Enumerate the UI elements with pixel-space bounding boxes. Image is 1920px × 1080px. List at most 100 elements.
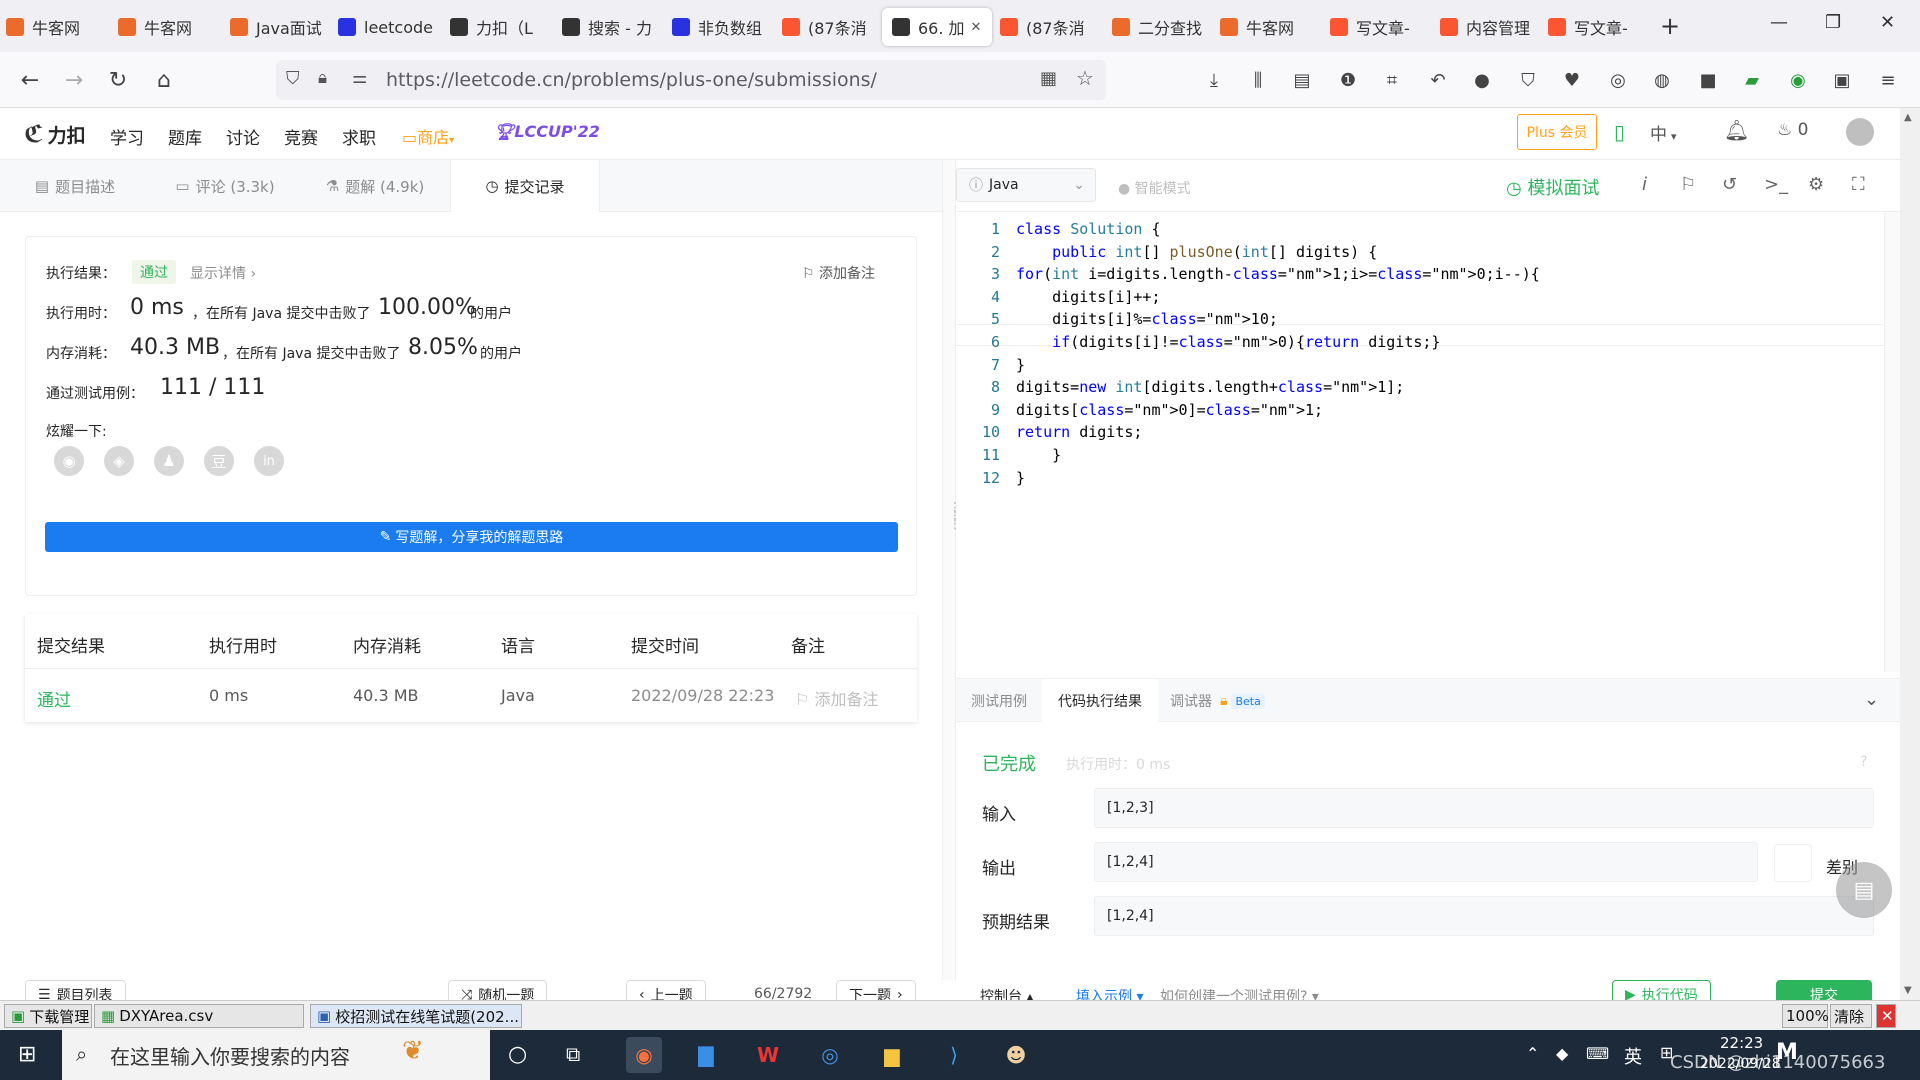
show-detail-link[interactable]: 显示详情 › [190, 263, 256, 283]
back-arrow-icon[interactable]: ← [16, 66, 44, 94]
browser-tab[interactable]: Java面试 [230, 8, 330, 46]
globe-icon[interactable]: ◍ [1650, 68, 1674, 92]
taskbar-search[interactable]: ⌕ 在这里输入你要搜索的内容 ❦ [62, 1030, 490, 1080]
tab-submissions[interactable]: ◷ 提交记录 [450, 160, 600, 212]
browser-tab[interactable]: 力扣（L [450, 8, 550, 46]
tab-comments[interactable]: ▭ 评论 (3.3k) [150, 160, 300, 212]
clear-downloads-button[interactable]: 清除 [1830, 1004, 1872, 1028]
forward-arrow-icon[interactable]: → [60, 66, 88, 94]
browser-tab[interactable]: 写文章- [1330, 8, 1430, 46]
prev-problem-button[interactable]: ‹ 上一题 [626, 980, 706, 1000]
scroll-down-icon[interactable]: ▼ [1904, 985, 1912, 996]
run-code-button[interactable]: ▶ 执行代码 [1612, 980, 1711, 1000]
avatar-app-icon[interactable]: ☻ [998, 1037, 1034, 1073]
code-line[interactable]: digits[class="nm">0]=class="nm">1; [1016, 401, 1323, 419]
clock-time[interactable]: 22:23 [1720, 1034, 1763, 1052]
scroll-up-icon[interactable]: ▲ [1904, 112, 1912, 123]
nav-link[interactable]: 题库 [168, 124, 202, 149]
add-note-button[interactable]: ⚐ 添加备注 [802, 263, 875, 283]
avatar[interactable] [1846, 118, 1874, 146]
new-tab-button[interactable]: + [1660, 12, 1680, 40]
tab-debugger[interactable]: 调试器 🔒︎ Beta [1170, 679, 1330, 723]
notification-ext-icon[interactable]: ◉ [1786, 68, 1810, 92]
home-icon[interactable]: ⌂ [150, 66, 178, 94]
code-line[interactable]: digits[i]%=class="nm">10; [1016, 310, 1278, 328]
browser-tab[interactable]: (87条消 [1000, 8, 1100, 46]
extension-1-icon[interactable]: ❶ [1336, 68, 1360, 92]
how-create-link[interactable]: 如何创建一个测试用例? ▾ [1160, 986, 1319, 1000]
sidebar-icon[interactable]: ▤ [1290, 68, 1314, 92]
crop-icon[interactable]: ⌗ [1380, 68, 1404, 92]
browser-tab[interactable]: (87条消 [782, 8, 882, 46]
submit-button[interactable]: 提交 [1776, 980, 1872, 1000]
fill-example-link[interactable]: 填入示例 ▾ [1076, 986, 1143, 1000]
undo-icon[interactable]: ↶ [1426, 68, 1450, 92]
extension-dark-icon[interactable]: ■ [1696, 68, 1720, 92]
code-line[interactable]: class Solution { [1016, 220, 1161, 238]
selenium-ext-icon[interactable]: ▣ [1830, 68, 1854, 92]
tab-testcase[interactable]: 测试用例 [956, 679, 1042, 723]
library-icon[interactable]: ⫼ [1246, 68, 1270, 92]
qq-icon[interactable]: ♟ [154, 446, 184, 476]
windows-start-icon[interactable]: ⊞ [18, 1042, 36, 1067]
browser-tab[interactable]: 66. 加 ✕ [882, 8, 992, 46]
download-manager-item[interactable]: ▣ 下载管理 [4, 1004, 92, 1028]
nav-link[interactable]: 竞赛 [284, 124, 318, 149]
next-problem-button[interactable]: 下一题 › [836, 980, 916, 1000]
linkedin-icon[interactable]: in [254, 446, 284, 476]
fullscreen-icon[interactable]: ⛶ [1852, 174, 1865, 195]
code-line[interactable]: for(int i=digits.length-class="nm">1;i>=… [1016, 265, 1540, 283]
douban-icon[interactable]: 豆 [204, 446, 234, 476]
browser-tab[interactable]: 写文章- [1548, 8, 1648, 46]
browser-tab[interactable]: 内容管理 [1440, 8, 1540, 46]
browser-tab[interactable]: 牛客网 [118, 8, 218, 46]
row-add-note[interactable]: ⚐ 添加备注 [795, 686, 878, 710]
terminal-icon[interactable]: >_ [1764, 174, 1788, 195]
info-italic-icon[interactable]: i [1642, 174, 1647, 195]
keyboard-icon[interactable]: ⌨ [1586, 1044, 1609, 1063]
code-line[interactable]: } [1016, 356, 1025, 374]
reload-icon[interactable]: ↻ [104, 66, 132, 94]
weibo-icon[interactable]: ◈ [104, 446, 134, 476]
cortana-icon[interactable]: ○ [508, 1042, 527, 1067]
editor-scrollbar[interactable] [1884, 212, 1900, 672]
wps-icon[interactable]: W [750, 1037, 786, 1073]
nav-link[interactable]: 学习 [110, 124, 144, 149]
language-switch[interactable]: 中 ▾ [1650, 120, 1677, 145]
download-page-item[interactable]: ▣ 校招测试在线笔试题(202... [310, 1004, 522, 1028]
leetcode-logo[interactable]: ℭ 力扣 [24, 120, 86, 148]
shop-link[interactable]: ▭商店▾ [402, 124, 454, 148]
phone-icon[interactable]: ▯ [1614, 120, 1625, 144]
sync-icon[interactable]: ◎ [1606, 68, 1630, 92]
code-line[interactable]: digits=new int[digits.length+class="nm">… [1016, 378, 1404, 396]
code-line[interactable]: digits[i]++; [1016, 288, 1160, 306]
nav-link[interactable]: 求职 [342, 124, 376, 149]
plus-member-button[interactable]: Plus 会员 [1517, 114, 1597, 150]
page-scrollbar[interactable]: ▲ ▼ [1900, 108, 1920, 1000]
settings-icon[interactable]: ⚙ [1808, 174, 1824, 195]
bookmark-star-icon[interactable]: ☆ [1076, 66, 1094, 90]
code-line[interactable]: } [1016, 469, 1025, 487]
tab-description[interactable]: ▤ 题目描述 [0, 160, 150, 212]
notebook-float-icon[interactable]: ▤ [1836, 862, 1892, 918]
zoom-level[interactable]: 100% [1782, 1004, 1829, 1028]
tab-solutions[interactable]: ⚗ 题解 (4.9k) [300, 160, 450, 212]
url-text[interactable]: https://leetcode.cn/problems/plus-one/su… [386, 69, 877, 91]
lock-icon[interactable]: 🔒︎ [318, 68, 327, 88]
browser-tab[interactable]: leetcode [338, 8, 438, 46]
minimize-button[interactable]: — [1770, 12, 1788, 33]
code-line[interactable]: } [1016, 446, 1061, 464]
problem-list-button[interactable]: ☰ 题目列表 [25, 980, 126, 1000]
browser-tab[interactable]: 牛客网 [6, 8, 106, 46]
diff-checkbox[interactable] [1774, 844, 1812, 882]
firefox-icon[interactable]: ◉ [626, 1037, 662, 1073]
tab-run-result[interactable]: 代码执行结果 [1042, 679, 1158, 723]
help-icon[interactable]: ? [1860, 754, 1867, 770]
address-bar[interactable]: ⛉ 🔒︎ ⚌ https://leetcode.cn/problems/plus… [276, 60, 1106, 100]
close-tab-icon[interactable]: ✕ [971, 20, 982, 35]
shield-icon[interactable]: ⛉ [286, 68, 300, 89]
tray-app-icon[interactable]: ◆ [1556, 1044, 1568, 1063]
random-problem-button[interactable]: ⤨ 随机一题 [448, 980, 548, 1000]
code-editor[interactable]: 1 class Solution {2 public int[] plusOne(… [956, 212, 1900, 672]
smart-mode-toggle[interactable]: ● 智能模式 [1118, 178, 1191, 198]
